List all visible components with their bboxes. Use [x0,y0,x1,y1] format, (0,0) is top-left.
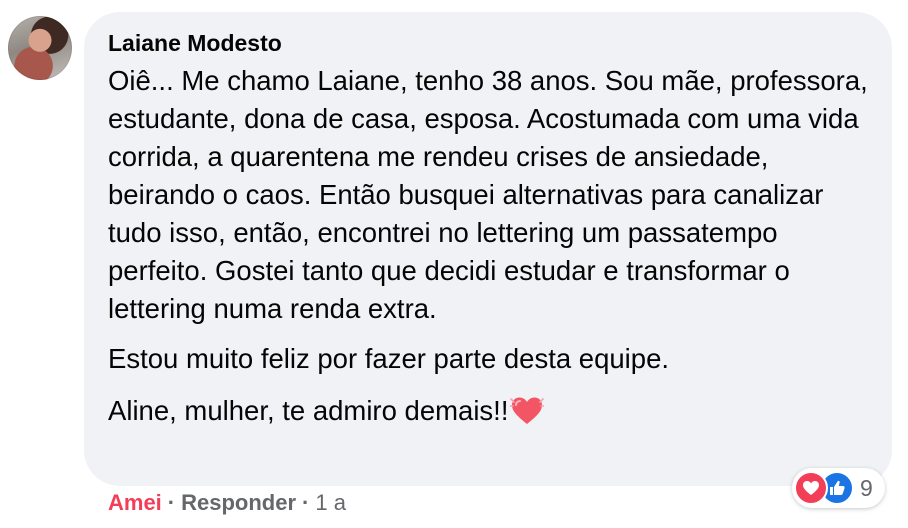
comment-actions: Amei · Responder · 1 a [108,490,346,516]
reactions-summary[interactable]: 9 [792,468,885,508]
comment-paragraph: Estou muito feliz por fazer parte desta … [108,343,670,374]
comment-paragraph: Oiê... Me chamo Laiane, tenho 38 anos. S… [108,65,868,324]
comment-paragraph-text: Aline, mulher, te admiro demais!! [108,395,509,426]
love-icon [794,471,828,505]
reaction-button[interactable]: Amei [108,490,162,516]
avatar[interactable] [8,16,72,80]
separator-dot: · [167,490,176,515]
comment-paragraph-last: Aline, mulher, te admiro demais!! [108,392,878,430]
reaction-count: 9 [860,474,873,501]
comment-author[interactable]: Laiane Modesto [108,30,282,57]
separator-dot: · [302,490,310,515]
comment-body: Oiê... Me chamo Laiane, tenho 38 anos. S… [108,62,878,430]
heart-pulse-icon [510,397,545,424]
reply-button[interactable]: Responder [181,490,296,516]
timestamp[interactable]: 1 a [315,490,346,516]
